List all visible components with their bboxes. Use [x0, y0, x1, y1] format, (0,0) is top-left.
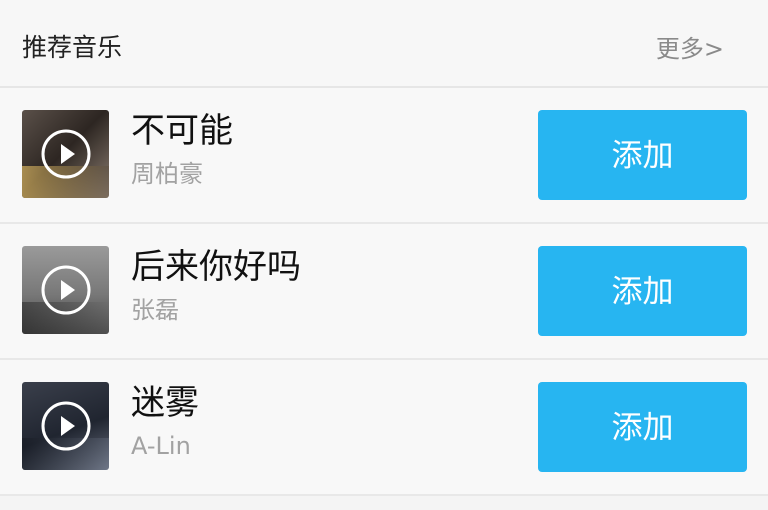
play-circle-icon[interactable] [39, 127, 93, 181]
album-cover[interactable] [22, 110, 109, 198]
song-list-item[interactable]: 不可能 周柏豪 添加 [0, 88, 768, 224]
song-artist: 周柏豪 [131, 160, 203, 188]
add-song-button[interactable]: 添加 [538, 382, 747, 472]
song-title: 迷雾 [131, 383, 199, 423]
album-cover[interactable] [22, 246, 109, 334]
song-artist: A-Lin [131, 432, 191, 460]
song-list-item[interactable]: 迷雾 A-Lin 添加 [0, 360, 768, 496]
more-link[interactable]: 更多> [656, 29, 724, 64]
song-title: 不可能 [131, 111, 233, 151]
add-song-button[interactable]: 添加 [538, 246, 747, 336]
recommended-music-screen: 推荐音乐 更多> 不可能 周柏豪 添加 后来你好吗 张磊 添加 迷雾 A-Lin… [0, 0, 768, 510]
album-cover[interactable] [22, 382, 109, 470]
song-artist: 张磊 [131, 296, 179, 324]
song-title: 后来你好吗 [131, 247, 301, 287]
play-circle-icon[interactable] [39, 399, 93, 453]
add-song-button[interactable]: 添加 [538, 110, 747, 200]
play-circle-icon[interactable] [39, 263, 93, 317]
section-title: 推荐音乐 [22, 33, 123, 62]
recommended-music-header: 推荐音乐 更多> [0, 0, 768, 88]
song-list-item[interactable]: 后来你好吗 张磊 添加 [0, 224, 768, 360]
